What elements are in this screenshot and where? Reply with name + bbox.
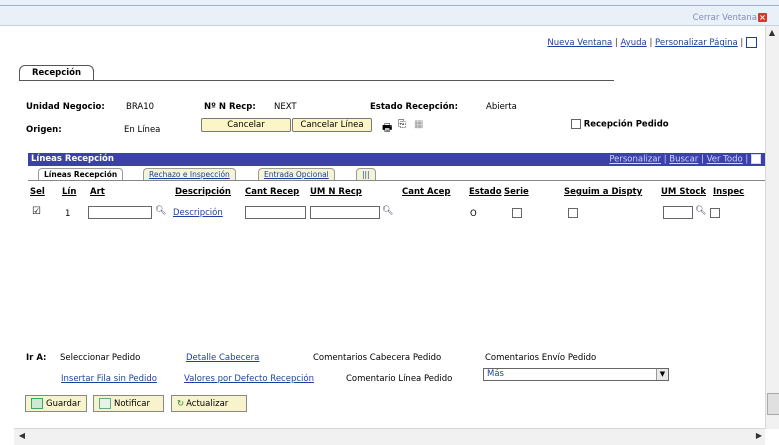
new-window-link[interactable]: Nueva Ventana xyxy=(547,38,612,48)
guardar-button[interactable]: Guardar xyxy=(25,395,87,412)
um-n-recp-input[interactable] xyxy=(310,206,380,219)
mas-select[interactable]: Más ▼ xyxy=(483,368,669,381)
ir-a-label: Ir A: xyxy=(26,353,47,363)
art-input[interactable] xyxy=(88,206,152,219)
descripcion-link[interactable]: Descripción xyxy=(173,208,223,218)
comentarios-cabecera-link[interactable]: Comentarios Cabecera Pedido xyxy=(313,353,441,363)
top-divider xyxy=(0,5,779,6)
col-estado: Estado xyxy=(469,187,502,197)
close-window-label[interactable]: Cerrar Ventana xyxy=(693,13,757,23)
copy-icon[interactable]: ⎘ xyxy=(398,119,406,130)
vertical-scrollbar[interactable]: ▲ xyxy=(765,26,779,429)
help-link[interactable]: Ayuda xyxy=(621,38,647,48)
col-inspec: Inspec xyxy=(713,187,745,197)
left-margin xyxy=(0,26,14,444)
col-cant-acep: Cant Acep xyxy=(402,187,451,197)
notificar-label: Notificar xyxy=(114,399,150,409)
page-nav-links: Nueva Ventana | Ayuda | Personalizar Pág… xyxy=(547,37,757,48)
guardar-label: Guardar xyxy=(46,399,81,409)
origen-label: Origen: xyxy=(26,125,62,135)
comentario-linea-link[interactable]: Comentario Línea Pedido xyxy=(346,374,452,384)
col-serie: Serie xyxy=(504,187,529,197)
grid-download-icon[interactable] xyxy=(751,154,761,164)
scroll-up-icon[interactable]: ▲ xyxy=(766,27,778,39)
grid-personalizar-link[interactable]: Personalizar xyxy=(609,155,661,165)
cancelar-button[interactable]: Cancelar xyxy=(201,118,291,132)
unidad-negocio-label: Unidad Negocio: xyxy=(26,102,105,112)
col-descripcion: Descripción xyxy=(175,187,231,197)
window-top-bar xyxy=(0,0,779,26)
col-art: Art xyxy=(90,187,105,197)
scroll-thumb[interactable] xyxy=(767,393,779,415)
tab-lineas-recepcion[interactable]: Líneas Recepción xyxy=(38,168,124,180)
print-icon[interactable]: 🖶 xyxy=(382,119,392,138)
tab-entrada-opcional[interactable]: Entrada Opcional xyxy=(258,168,335,180)
nrecp-value: NEXT xyxy=(274,102,297,112)
col-sel: Sel xyxy=(30,187,45,197)
notificar-button[interactable]: Notificar xyxy=(93,395,164,412)
um-stock-lookup-icon[interactable]: 🔍︎ xyxy=(695,206,706,216)
chevron-down-icon[interactable]: ▼ xyxy=(656,369,668,380)
detalle-cabecera-link[interactable]: Detalle Cabecera xyxy=(186,353,259,363)
grid-title: Líneas Recepción xyxy=(31,154,114,164)
row-lin-value: 1 xyxy=(65,209,71,219)
estado-recepcion-value: Abierta xyxy=(486,102,517,112)
col-seguim-dispty: Seguim a Dispty xyxy=(564,187,643,197)
nrecp-label: Nº N Recp: xyxy=(204,102,256,112)
col-cant-recep: Cant Recep xyxy=(245,187,300,197)
um-lookup-icon[interactable]: 🔍︎ xyxy=(382,206,393,216)
recepcion-pedido-checkbox[interactable] xyxy=(571,119,581,129)
inspec-checkbox[interactable] xyxy=(710,208,720,218)
row-select-checkbox[interactable]: ☑ xyxy=(32,207,41,217)
tab-recepcion[interactable]: Recepción xyxy=(19,65,95,80)
recepcion-pedido-label: Recepción Pedido xyxy=(583,119,669,130)
link-separator: | xyxy=(614,38,618,48)
grid-icon[interactable]: ▦ xyxy=(414,119,423,130)
um-stock-input[interactable] xyxy=(663,206,693,219)
refresh-icon: ↻ xyxy=(177,399,185,409)
grid-tools: Personalizar | Buscar | Ver Todo | xyxy=(609,154,761,165)
tab-underline xyxy=(19,80,614,81)
art-lookup-icon[interactable]: 🔍︎ xyxy=(155,206,166,216)
horizontal-scrollbar[interactable]: ◀ ▶ xyxy=(14,428,765,445)
recepcion-pedido-checkbox-group: Recepción Pedido xyxy=(571,119,669,130)
save-icon xyxy=(31,398,43,409)
estado-recepcion-label: Estado Recepción: xyxy=(370,102,458,112)
close-icon[interactable]: × xyxy=(758,13,767,22)
tab-show-all[interactable]: ||| xyxy=(356,168,376,180)
seguim-dispty-checkbox[interactable] xyxy=(568,208,578,218)
unidad-negocio-value: BRA10 xyxy=(126,102,155,112)
link-separator: | xyxy=(740,38,744,48)
notify-icon xyxy=(99,398,111,409)
col-um-stock: UM Stock xyxy=(661,187,707,197)
row-estado-value: O xyxy=(470,209,477,219)
col-lin: Lín xyxy=(62,187,77,197)
grid-ver-todo-link[interactable]: Ver Todo xyxy=(707,155,743,165)
valores-defecto-link[interactable]: Valores por Defecto Recepción xyxy=(184,374,314,384)
tab-rechazo-inspeccion[interactable]: Rechazo e Inspección xyxy=(143,168,236,180)
close-window-link[interactable]: Cerrar Ventana × xyxy=(693,13,767,23)
page-link-icon[interactable] xyxy=(746,37,757,48)
grid-buscar-link[interactable]: Buscar xyxy=(669,155,698,165)
serie-checkbox[interactable] xyxy=(512,208,522,218)
actualizar-label: Actualizar xyxy=(186,399,229,409)
seleccionar-pedido-link[interactable]: Seleccionar Pedido xyxy=(60,353,140,363)
insertar-fila-link[interactable]: Insertar Fila sin Pedido xyxy=(61,374,157,384)
cant-recep-input[interactable] xyxy=(245,206,306,219)
col-um-n-recp: UM N Recp xyxy=(310,187,362,197)
actualizar-button[interactable]: ↻ Actualizar xyxy=(171,395,247,412)
customize-page-link[interactable]: Personalizar Página xyxy=(655,38,738,48)
mas-select-value: Más xyxy=(487,369,504,379)
link-separator: | xyxy=(649,38,653,48)
scroll-right-icon[interactable]: ▶ xyxy=(753,430,765,442)
grid-tab-line xyxy=(28,180,771,181)
comentarios-envio-link[interactable]: Comentarios Envío Pedido xyxy=(485,353,596,363)
cancelar-linea-button[interactable]: Cancelar Línea xyxy=(292,118,372,132)
scroll-left-icon[interactable]: ◀ xyxy=(16,430,28,442)
origen-value: En Línea xyxy=(124,125,161,135)
